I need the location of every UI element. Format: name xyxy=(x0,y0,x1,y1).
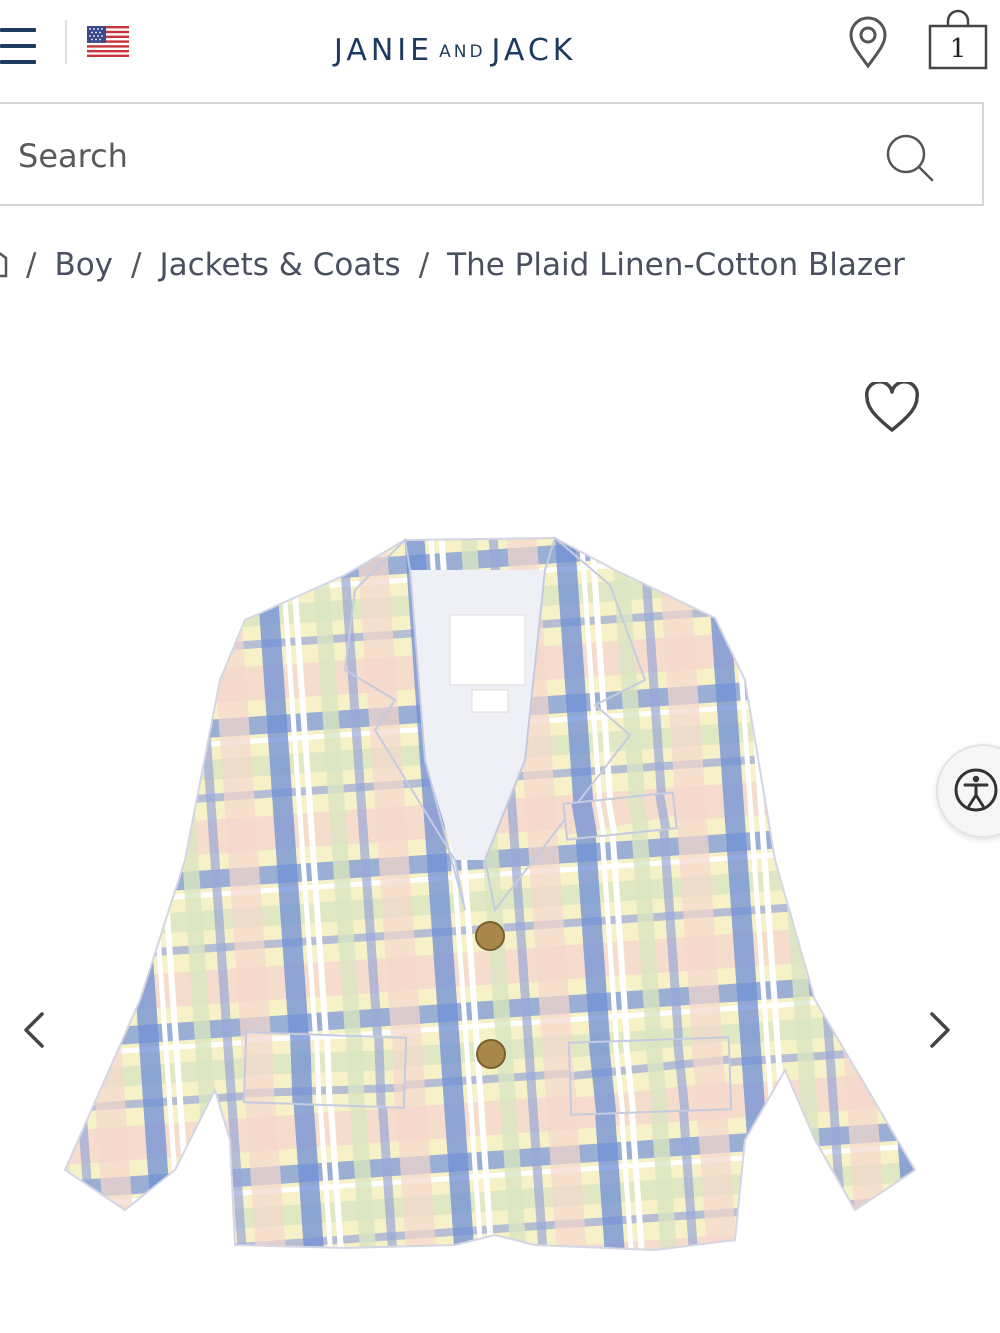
brand-part-3: JACK xyxy=(491,33,577,68)
brand-logo[interactable]: JANIE AND JACK xyxy=(334,36,576,66)
search-bar xyxy=(0,102,984,206)
breadcrumb: / Boy / Jackets & Coats / The Plaid Linen-Cot… xyxy=(0,244,905,286)
chevron-right-icon[interactable] xyxy=(924,1008,954,1052)
cart-count: 1 xyxy=(949,34,967,64)
accessibility-button[interactable] xyxy=(936,744,1000,838)
breadcrumb-separator: / xyxy=(26,247,37,283)
breadcrumb-item-current: The Plaid Linen-Cotton Blazer xyxy=(447,247,905,283)
brand-part-1: JANIE xyxy=(334,33,434,68)
location-pin-icon[interactable] xyxy=(846,16,890,70)
breadcrumb-item-jackets-coats[interactable]: Jackets & Coats xyxy=(160,247,401,283)
product-image-blazer[interactable] xyxy=(55,530,935,1270)
brand-part-2: AND xyxy=(439,42,486,62)
breadcrumb-separator: / xyxy=(131,247,142,283)
search-icon[interactable] xyxy=(884,132,936,184)
breadcrumb-separator: / xyxy=(418,247,430,283)
shopping-bag-button[interactable]: 1 xyxy=(926,8,990,72)
site-header: JANIE AND JACK 1 xyxy=(0,0,1000,100)
heart-icon[interactable] xyxy=(864,382,920,434)
chevron-left-icon[interactable] xyxy=(20,1008,50,1052)
header-divider xyxy=(65,20,67,64)
menu-icon[interactable] xyxy=(0,26,36,66)
breadcrumb-item-boy[interactable]: Boy xyxy=(54,247,113,283)
search-input[interactable] xyxy=(18,126,858,186)
accessibility-icon xyxy=(954,768,998,812)
home-icon[interactable] xyxy=(0,249,8,279)
us-flag-icon[interactable] xyxy=(87,26,129,57)
